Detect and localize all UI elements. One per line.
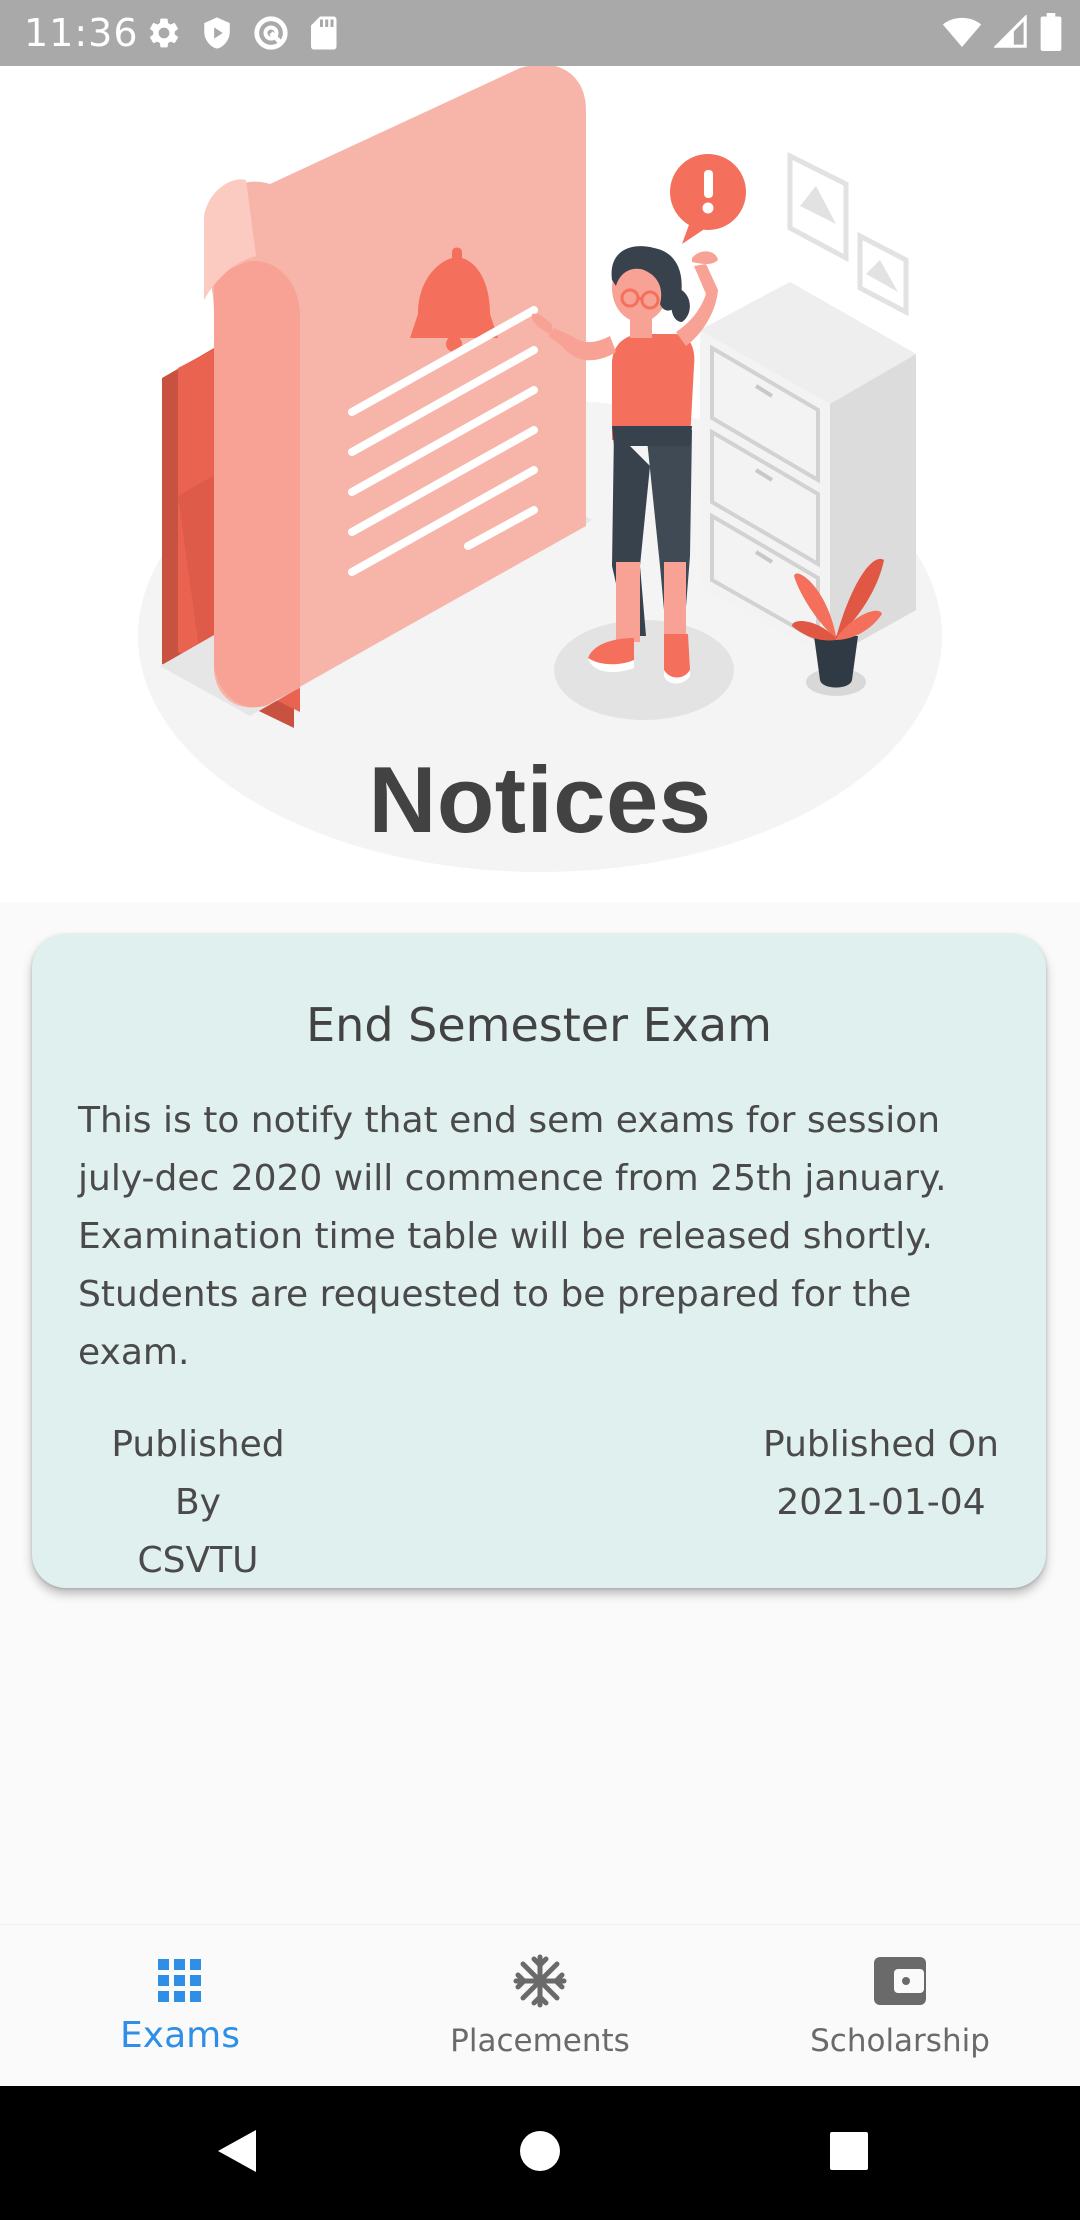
status-icons-left [146, 14, 338, 52]
nav-label-placements: Placements [450, 2023, 630, 2059]
bottom-navigation: Exams Placements Scholarship [0, 1924, 1080, 2087]
shield-icon [200, 15, 234, 51]
status-bar: 11:36 [0, 0, 1080, 66]
sd-card-icon [308, 15, 338, 51]
wifi-icon [942, 15, 982, 49]
notice-card[interactable]: End Semester Exam This is to notify that… [32, 934, 1046, 1588]
sync-icon [252, 14, 290, 52]
published-on-value: 2021-01-04 [776, 1482, 986, 1523]
system-navigation-bar [0, 2086, 1080, 2220]
nav-label-exams: Exams [120, 2015, 240, 2056]
nav-item-scholarship[interactable]: Scholarship [720, 1925, 1080, 2087]
gear-icon [146, 15, 182, 51]
screen: 11:36 Notices End Semester Exam This is … [0, 0, 1080, 2220]
published-by: Published By CSVTU [88, 1416, 308, 1590]
status-icons-right [942, 12, 1062, 52]
published-by-label: Published By [111, 1424, 285, 1523]
recents-button[interactable] [810, 2114, 888, 2192]
notice-body: This is to notify that end sem exams for… [78, 1100, 947, 1373]
battery-icon [1040, 13, 1062, 51]
home-icon [518, 2129, 562, 2177]
published-on: Published On 2021-01-04 [756, 1416, 1006, 1532]
notice-title: End Semester Exam [306, 998, 772, 1052]
recents-icon [828, 2130, 870, 2176]
nav-label-scholarship: Scholarship [810, 2023, 990, 2059]
back-icon [214, 2126, 260, 2180]
page-title: Notices [368, 747, 712, 852]
hero: Notices [0, 66, 1080, 902]
wallet-icon [872, 1955, 928, 2011]
home-button[interactable] [501, 2114, 579, 2192]
grid-icon [156, 1957, 204, 2009]
snowflake-icon [512, 1953, 568, 2013]
nav-item-exams[interactable]: Exams [0, 1925, 360, 2087]
signal-icon [994, 15, 1028, 49]
nav-item-placements[interactable]: Placements [360, 1925, 720, 2087]
published-by-value: CSVTU [137, 1540, 259, 1581]
back-button[interactable] [198, 2114, 276, 2192]
published-on-label: Published On [763, 1424, 999, 1465]
status-time: 11:36 [24, 11, 139, 55]
